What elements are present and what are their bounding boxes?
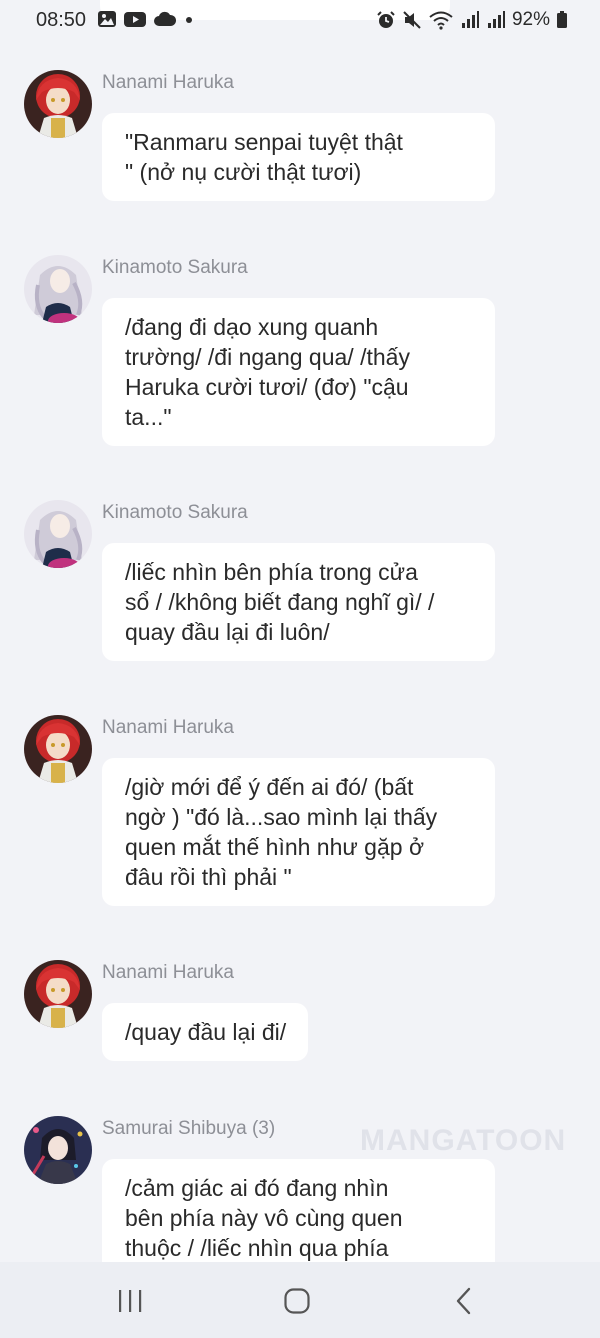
avatar-red-hair[interactable] [24, 70, 92, 138]
message-bubble[interactable]: /liếc nhìn bên phía trong cửa sổ / /khôn… [102, 543, 495, 661]
sender-name: Kinamoto Sakura [102, 502, 248, 523]
image-icon [98, 11, 116, 27]
message-bubble[interactable]: /đang đi dạo xung quanh trường/ /đi ngan… [102, 298, 495, 446]
wifi-icon [429, 11, 453, 30]
navigation-bar [0, 1262, 600, 1338]
system-status-icons: 92% [376, 9, 568, 31]
status-time: 08:50 [36, 9, 87, 31]
message-line: bên phía này vô cùng quen [125, 1205, 403, 1231]
avatar-dark-hair[interactable] [24, 1116, 92, 1184]
signal-icon [487, 11, 505, 28]
sender-name: Nanami Haruka [102, 72, 234, 93]
mute-icon [403, 11, 421, 29]
message-line: sổ / /không biết đang nghĩ gì/ / [125, 589, 435, 615]
status-bar: 08:50 92% [0, 0, 600, 40]
message-line: /giờ mới để ý đến ai đó/ (bất [125, 774, 414, 800]
avatar-silver-hair[interactable] [24, 255, 92, 323]
message-line: đâu rồi thì phải " [125, 864, 292, 890]
message-bubble[interactable]: "Ranmaru senpai tuyệt thật " (nở nụ cười… [102, 113, 495, 201]
sender-name: Nanami Haruka [102, 717, 234, 738]
back-icon[interactable] [450, 1286, 480, 1316]
sender-name: Kinamoto Sakura [102, 257, 248, 278]
avatar-silver-hair[interactable] [24, 500, 92, 568]
dot-icon [186, 17, 192, 23]
avatar-red-hair[interactable] [24, 715, 92, 783]
message-line: /liếc nhìn bên phía trong cửa [125, 559, 418, 585]
message-line: /cảm giác ai đó đang nhìn [125, 1175, 389, 1201]
message-bubble[interactable]: /quay đầu lại đi/ [102, 1003, 309, 1061]
message-line: " (nở nụ cười thật tươi) [125, 159, 362, 185]
cloud-icon [154, 11, 177, 26]
home-icon[interactable] [282, 1286, 312, 1316]
message-line: Haruka cười tươi/ (đơ) "cậu [125, 374, 409, 400]
message-line: /đang đi dạo xung quanh [125, 314, 379, 340]
sender-name: Nanami Haruka [102, 962, 234, 983]
chat-screen: 08:50 92% Nanami Haruka "Ranmaru senpai … [0, 0, 600, 1338]
message-line: quay đầu lại đi luôn/ [125, 619, 330, 645]
message-line: "Ranmaru senpai tuyệt thật [125, 129, 403, 155]
message-line: /quay đầu lại đi/ [125, 1019, 287, 1045]
youtube-icon [124, 12, 146, 27]
battery-icon [557, 11, 567, 28]
message-line: ta..." [125, 404, 172, 430]
message-line: thuộc / /liếc nhìn qua phía [125, 1235, 389, 1261]
watermark: MANGATOON [360, 1124, 567, 1157]
message-line: trường/ /đi ngang qua/ /thấy [125, 344, 410, 370]
notification-icons [97, 9, 195, 29]
avatar-red-hair[interactable] [24, 960, 92, 1028]
message-line: quen mắt thế hình như gặp ở [125, 834, 425, 860]
message-bubble[interactable]: /giờ mới để ý đến ai đó/ (bất ngờ ) "đó … [102, 758, 495, 906]
battery-percent: 92% [511, 9, 550, 30]
sender-name: Samurai Shibuya (3) [102, 1118, 276, 1139]
signal-icon [461, 11, 479, 28]
recents-icon[interactable] [115, 1286, 145, 1316]
alarm-icon [377, 11, 395, 28]
message-line: ngờ ) "đó là...sao mình lại thấy [125, 804, 438, 830]
